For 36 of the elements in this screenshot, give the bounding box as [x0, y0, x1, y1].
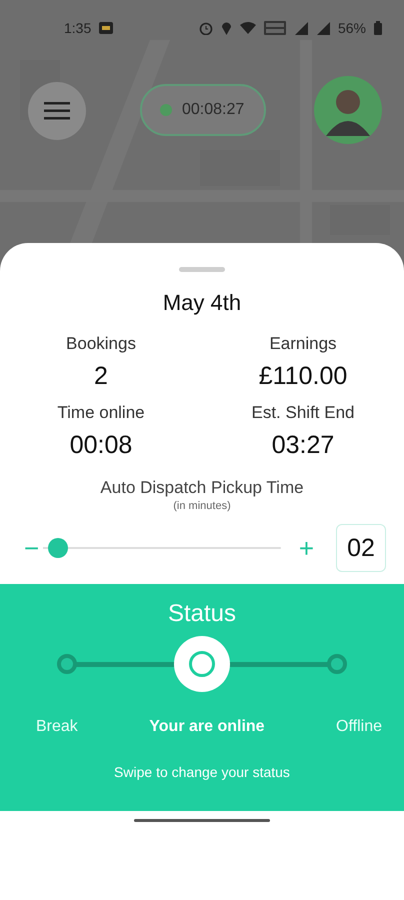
stat-label: Est. Shift End	[252, 403, 354, 423]
location-icon	[220, 20, 232, 34]
status-stop[interactable]	[327, 654, 347, 674]
stat-label: Earnings	[269, 334, 337, 354]
increase-button[interactable]: +	[294, 532, 318, 564]
status-option[interactable]: Offline	[336, 718, 382, 736]
dispatch-title: Auto Dispatch Pickup Time	[100, 478, 304, 498]
stat-value: 03:27	[272, 431, 334, 460]
swipe-hint: Swipe to change your status	[114, 764, 290, 780]
clock-time: 1:35	[64, 20, 92, 36]
date-title: May 4th	[162, 290, 242, 316]
status-option[interactable]: Break	[36, 718, 78, 736]
home-indicator[interactable]	[134, 818, 270, 822]
status-option[interactable]: Your are online	[149, 718, 265, 736]
status-stop[interactable]	[57, 654, 77, 674]
wifi-icon	[240, 22, 256, 34]
minutes-field[interactable]: 02	[336, 524, 386, 572]
battery-icon	[374, 20, 382, 34]
alarm-icon	[198, 20, 213, 34]
stat-label: Bookings	[66, 334, 136, 354]
unit-caption: (in minutes)	[173, 500, 231, 512]
notification-icon	[99, 22, 114, 34]
signal-icon	[316, 20, 330, 34]
menu-icon	[44, 102, 70, 120]
battery-percent: 56%	[338, 20, 366, 36]
signal-icon	[294, 20, 308, 34]
stat-value: £110.00	[258, 362, 348, 391]
stat-value: 2	[94, 362, 108, 391]
decrease-button[interactable]: −	[20, 532, 44, 564]
timer-text: 00:08:27	[182, 101, 244, 119]
drag-handle[interactable]	[179, 267, 225, 272]
stat-value: 00:08	[70, 431, 132, 460]
stat-label: Time online	[57, 403, 145, 423]
status-title: Status	[168, 600, 236, 628]
avatar-icon[interactable]	[314, 76, 382, 144]
slider-thumb[interactable]	[48, 538, 68, 558]
